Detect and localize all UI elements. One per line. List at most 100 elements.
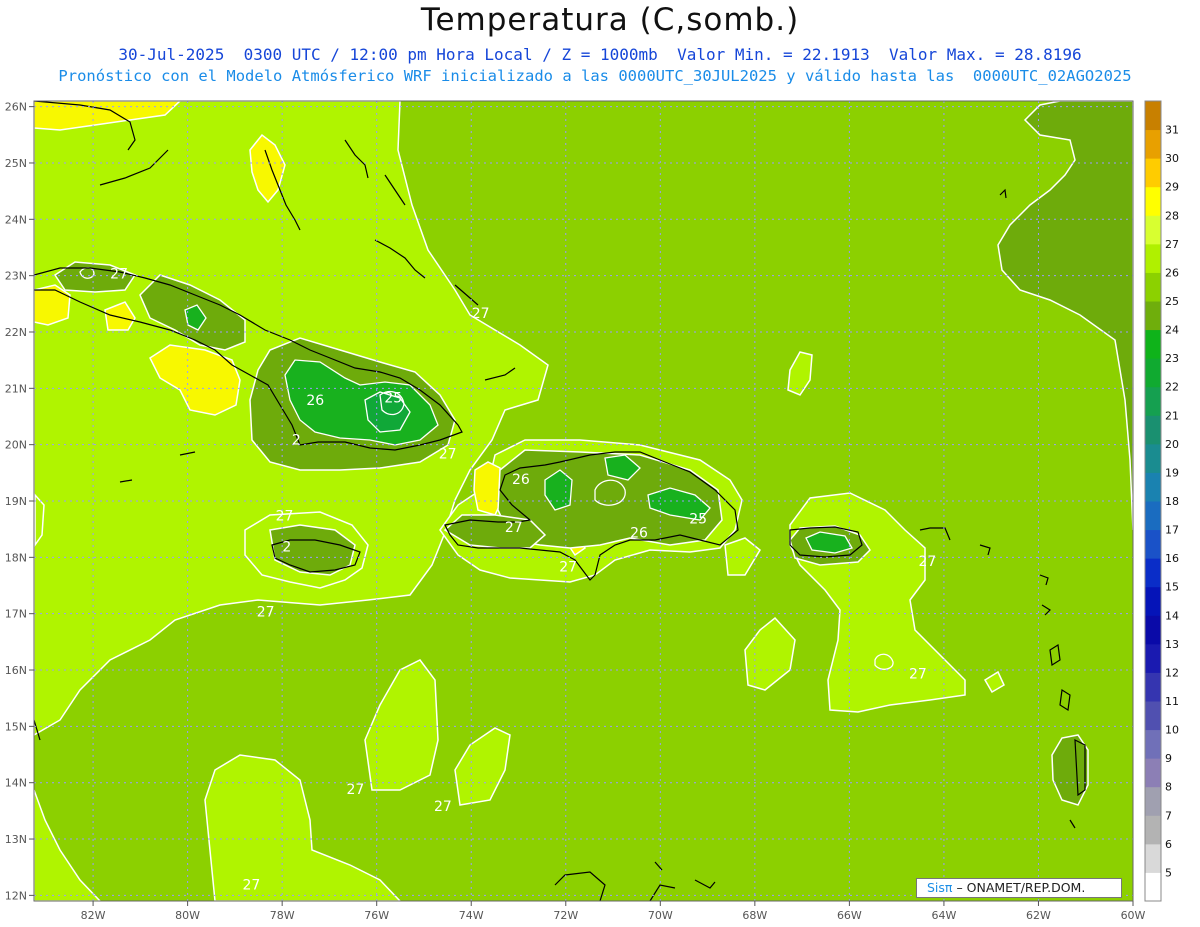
- colorbar-swatch-23: [1145, 215, 1161, 245]
- contour-label: 27: [347, 782, 365, 798]
- colorbar-label: 24: [1165, 324, 1179, 337]
- colorbar-swatch-24: [1145, 186, 1161, 216]
- colorbar-swatch-17: [1145, 386, 1161, 416]
- colorbar-swatch-25: [1145, 158, 1161, 188]
- colorbar-swatch-19: [1145, 329, 1161, 359]
- field-28-cuba-tip: [34, 284, 71, 326]
- lat-tick-label: 13N: [5, 833, 27, 846]
- lon-tick-label: 66W: [837, 909, 862, 922]
- colorbar-label: 9: [1165, 752, 1172, 765]
- contour-label: 27: [472, 306, 490, 322]
- contour-label: 27: [918, 554, 936, 570]
- colorbar-swatch-0: [1145, 872, 1161, 902]
- lat-tick-label: 25N: [5, 157, 27, 170]
- contour-label: 27: [439, 447, 457, 463]
- colorbar-label: 7: [1165, 809, 1172, 822]
- colorbar: 5 6 7 8 9 10 11 12 13 14 15 16 17 18 19 20 21 22 23 24 25 26 2…: [1144, 100, 1179, 902]
- contour-label: 27: [243, 878, 261, 894]
- colorbar-label: 29: [1165, 181, 1179, 194]
- lat-tick-label: 23N: [5, 270, 27, 283]
- contour-label: 27: [559, 559, 577, 575]
- colorbar-swatch-26: [1145, 129, 1161, 159]
- colorbar-label: 28: [1165, 209, 1179, 222]
- colorbar-label: 18: [1165, 495, 1179, 508]
- lat-tick-label: 24N: [5, 213, 27, 226]
- colorbar-swatch-22: [1145, 243, 1161, 273]
- colorbar-label: 21: [1165, 409, 1179, 422]
- lon-tick-label: 74W: [459, 909, 484, 922]
- colorbar-swatch-14: [1145, 472, 1161, 502]
- contour-label: 27: [434, 799, 452, 815]
- colorbar-swatch-18: [1145, 358, 1161, 388]
- lon-tick-label: 70W: [648, 909, 673, 922]
- colorbar-swatch-2: [1145, 815, 1161, 845]
- lon-tick-label: 60W: [1121, 909, 1146, 922]
- colorbar-swatch-9: [1145, 615, 1161, 645]
- lat-tick-label: 21N: [5, 382, 27, 395]
- lon-tick-label: 68W: [742, 909, 767, 922]
- colorbar-swatch-10: [1145, 586, 1161, 616]
- colorbar-label: 30: [1165, 152, 1179, 165]
- contour-label: 2: [292, 433, 301, 449]
- colorbar-label: 27: [1165, 238, 1179, 251]
- colorbar-label: 26: [1165, 266, 1179, 279]
- colorbar-swatch-13: [1145, 501, 1161, 531]
- colorbar-swatch-21: [1145, 272, 1161, 302]
- lon-tick-label: 78W: [270, 909, 295, 922]
- credit-box: Sisπ – ONAMET/REP.DOM.: [916, 878, 1122, 898]
- colorbar-label: 13: [1165, 638, 1179, 651]
- contour-label: 27: [505, 520, 523, 536]
- colorbar-label: 15: [1165, 581, 1179, 594]
- colorbar-label: 11: [1165, 695, 1179, 708]
- colorbar-label: 6: [1165, 838, 1172, 851]
- lat-tick-label: 17N: [5, 608, 27, 621]
- credit-org: – ONAMET/REP.DOM.: [956, 880, 1086, 895]
- lon-tick-label: 82W: [81, 909, 106, 922]
- colorbar-swatch-1: [1145, 843, 1161, 873]
- colorbar-label: 17: [1165, 524, 1179, 537]
- colorbar-label: 19: [1165, 466, 1179, 479]
- contour-label: 2: [282, 540, 291, 556]
- colorbar-label: 16: [1165, 552, 1179, 565]
- colorbar-label: 31: [1165, 124, 1179, 137]
- colorbar-swatch-12: [1145, 529, 1161, 559]
- lat-tick-label: 18N: [5, 551, 27, 564]
- colorbar-swatch-8: [1145, 643, 1161, 673]
- contour-label: 25: [689, 512, 707, 528]
- colorbar-label: 25: [1165, 295, 1179, 308]
- lat-tick-label: 14N: [5, 777, 27, 790]
- lat-tick-label: 20N: [5, 439, 27, 452]
- colorbar-label: 5: [1165, 866, 1172, 879]
- temperature-map: 272726 252272627227272625272727272727 82W…: [5, 100, 1179, 922]
- contour-label: 27: [276, 509, 294, 525]
- colorbar-label: 12: [1165, 666, 1179, 679]
- contour-label: 27: [257, 604, 275, 620]
- contour-label: 26: [512, 472, 530, 488]
- colorbar-label: 22: [1165, 381, 1179, 394]
- lat-tick-label: 12N: [5, 889, 27, 902]
- lat-tick-label: 19N: [5, 495, 27, 508]
- credit-brand: Sisπ: [927, 880, 953, 895]
- colorbar-swatch-5: [1145, 729, 1161, 759]
- lon-tick-label: 62W: [1026, 909, 1051, 922]
- contour-label: 26: [306, 393, 324, 409]
- contour-label: 26: [630, 526, 648, 542]
- lat-tick-label: 22N: [5, 326, 27, 339]
- colorbar-label: 8: [1165, 781, 1172, 794]
- lon-tick-label: 76W: [364, 909, 389, 922]
- colorbar-label: 23: [1165, 352, 1179, 365]
- lat-tick-label: 16N: [5, 664, 27, 677]
- colorbar-label: 14: [1165, 609, 1179, 622]
- colorbar-label: 10: [1165, 724, 1179, 737]
- lon-tick-label: 80W: [175, 909, 200, 922]
- colorbar-swatch-20: [1145, 301, 1161, 331]
- colorbar-swatch-7: [1145, 672, 1161, 702]
- contour-label: 27: [110, 266, 128, 282]
- colorbar-swatch-16: [1145, 415, 1161, 445]
- colorbar-swatch-27: [1145, 101, 1161, 131]
- lat-tick-label: 26N: [5, 101, 27, 114]
- contour-label: 25: [384, 390, 402, 406]
- contour-label: 27: [909, 666, 927, 682]
- colorbar-label: 20: [1165, 438, 1179, 451]
- field-layer: 27 27 26 25 2 27 26 27 2 27 27 26 25 27 27 27 27 27 27: [34, 101, 1133, 901]
